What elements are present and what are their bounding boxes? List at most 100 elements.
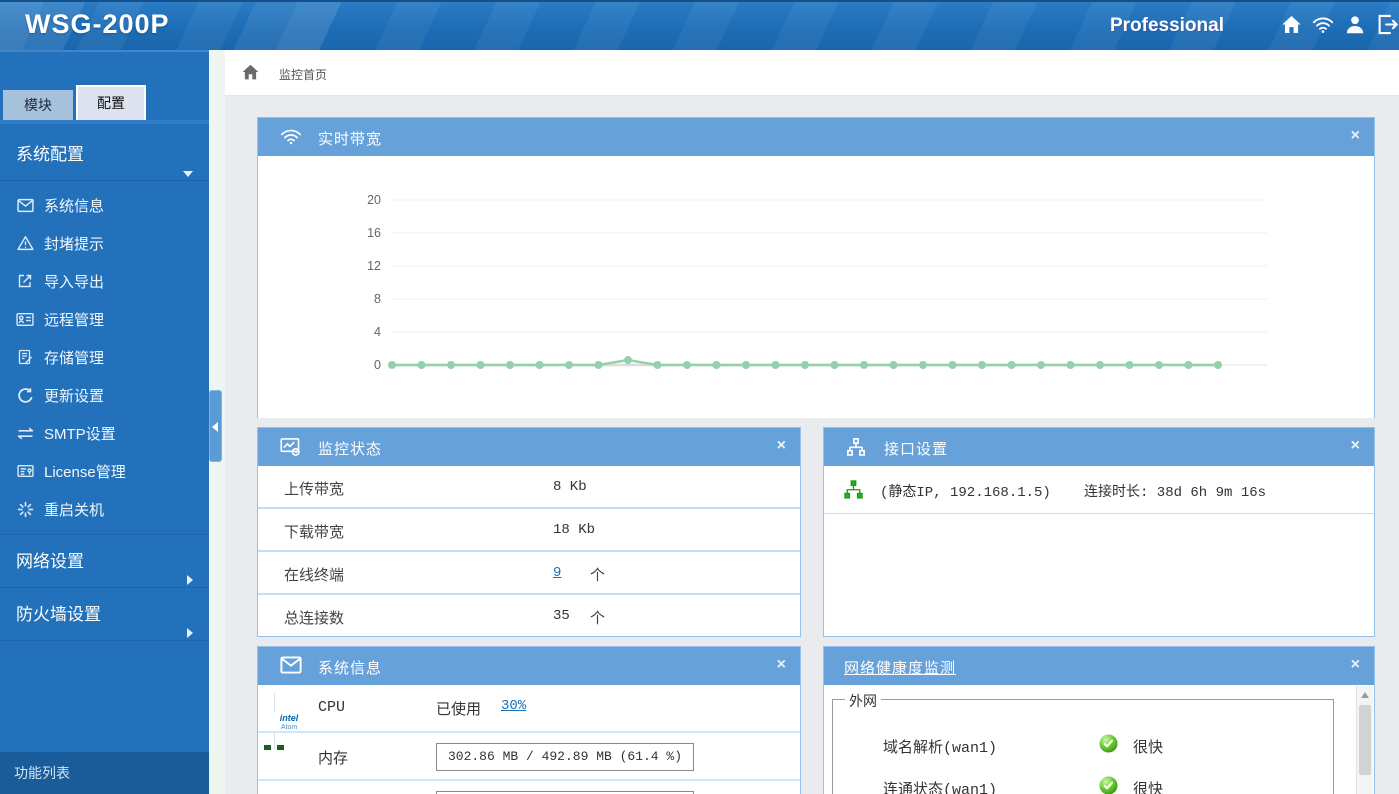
wifi-icon bbox=[280, 127, 302, 151]
table-row: 上传带宽 8 Kb bbox=[258, 466, 800, 509]
sidebar-item-block-tips[interactable]: 封堵提示 bbox=[0, 224, 209, 262]
section-firewall-settings[interactable]: 防火墙设置 bbox=[0, 588, 209, 641]
section-label: 网络设置 bbox=[16, 552, 84, 571]
section-network-settings[interactable]: 网络设置 bbox=[0, 535, 209, 588]
user-icon[interactable] bbox=[1343, 12, 1367, 36]
close-icon[interactable]: × bbox=[777, 436, 786, 456]
row-value: 8 Kb bbox=[553, 479, 587, 495]
sidebar-collapse-handle[interactable] bbox=[209, 390, 222, 462]
memory-label: 内存 bbox=[318, 747, 348, 768]
cpu-used-prefix: 已使用 bbox=[436, 698, 481, 719]
logout-icon[interactable] bbox=[1375, 12, 1399, 36]
sidebar-item-storage-mgmt[interactable]: 存储管理 bbox=[0, 338, 209, 376]
disk-icon bbox=[274, 790, 304, 794]
svg-text:20: 20 bbox=[367, 193, 381, 207]
sidebar-item-smtp-settings[interactable]: SMTP设置 bbox=[0, 414, 209, 452]
panel-network-health: 网络健康度监测 × 外网 域名解析(wan1) 很快 bbox=[823, 646, 1375, 794]
status-badge: 很快 bbox=[1133, 778, 1163, 794]
cpu-label: CPU bbox=[318, 699, 345, 716]
sidebar-item-label: 存储管理 bbox=[44, 347, 104, 368]
panel-interface-settings: 接口设置 × (静态IP, 192.168.1.5) 连接时长: 38d 6h … bbox=[823, 427, 1375, 637]
sidebar-item-import-export[interactable]: 导入导出 bbox=[0, 262, 209, 300]
memory-row: 内存 302.86 MB / 492.89 MB (61.4 %) bbox=[258, 733, 800, 781]
sidebar-item-label: 系统信息 bbox=[44, 195, 104, 216]
svg-text:12: 12 bbox=[367, 259, 381, 273]
panel-header: 接口设置 × bbox=[824, 428, 1374, 466]
close-icon[interactable]: × bbox=[1351, 436, 1360, 456]
tab-modules[interactable]: 模块 bbox=[3, 90, 73, 120]
sidebar-item-label: SMTP设置 bbox=[44, 423, 116, 444]
sidebar-item-update-settings[interactable]: 更新设置 bbox=[0, 376, 209, 414]
section-system-config[interactable]: 系统配置 bbox=[0, 128, 209, 181]
storage-icon bbox=[15, 348, 35, 366]
topbar-icons bbox=[1279, 12, 1399, 36]
row-unit: 个 bbox=[590, 564, 605, 585]
remote-icon bbox=[15, 310, 35, 328]
table-row: 下载带宽 18 Kb bbox=[258, 509, 800, 552]
reboot-icon bbox=[15, 500, 35, 518]
sidebar-item-label: 更新设置 bbox=[44, 385, 104, 406]
row-label: 下载带宽 bbox=[284, 521, 344, 542]
memory-usage-box: 302.86 MB / 492.89 MB (61.4 %) bbox=[436, 743, 694, 771]
table-row: 在线终端 9 个 bbox=[258, 552, 800, 595]
status-ok-icon bbox=[1099, 776, 1118, 794]
home-icon[interactable] bbox=[1279, 12, 1303, 36]
panel-monitor-status: 监控状态 × 上传带宽 8 Kb 下载带宽 18 Kb 在线终端 9 个 总 bbox=[257, 427, 801, 637]
import-export-icon bbox=[15, 272, 35, 290]
network-health-title-link[interactable]: 网络健康度监测 bbox=[844, 657, 956, 678]
sidebar-item-system-info[interactable]: 系统信息 bbox=[0, 186, 209, 224]
scroll-up-icon[interactable] bbox=[1357, 686, 1373, 703]
breadcrumb-home-icon[interactable] bbox=[241, 63, 260, 86]
scrollbar[interactable] bbox=[1356, 686, 1373, 794]
panel-realtime-bandwidth: 实时带宽 × 048121620 bbox=[257, 117, 1375, 418]
smtp-icon bbox=[15, 424, 35, 442]
interface-row[interactable]: (静态IP, 192.168.1.5) 连接时长: 38d 6h 9m 16s bbox=[824, 466, 1374, 514]
edition-label: Professional bbox=[1110, 15, 1224, 37]
sidebar-item-label: 重启关机 bbox=[44, 499, 104, 520]
scroll-thumb[interactable] bbox=[1359, 705, 1371, 775]
network-icon bbox=[846, 437, 866, 462]
panel-header: 系统信息 × bbox=[258, 647, 800, 685]
sidebar-item-label: 远程管理 bbox=[44, 309, 104, 330]
sidebar-item-remote-mgmt[interactable]: 远程管理 bbox=[0, 300, 209, 338]
section-label: 系统配置 bbox=[16, 145, 84, 164]
close-icon[interactable]: × bbox=[1351, 126, 1360, 146]
svg-text:16: 16 bbox=[367, 226, 381, 240]
app-logo: WSG-200P bbox=[25, 9, 170, 40]
close-icon[interactable]: × bbox=[777, 655, 786, 675]
panel-title: 接口设置 bbox=[884, 438, 948, 459]
interface-connection: (静态IP, 192.168.1.5) bbox=[880, 481, 1051, 501]
health-check-label: 域名解析(wan1) bbox=[883, 736, 997, 757]
sidebar-item-label: 封堵提示 bbox=[44, 233, 104, 254]
svg-text:4: 4 bbox=[374, 325, 381, 339]
svg-text:8: 8 bbox=[374, 292, 381, 306]
sidebar-item-label: License管理 bbox=[44, 461, 126, 482]
bandwidth-chart: 048121620 bbox=[258, 156, 1374, 418]
chevron-right-icon bbox=[187, 607, 193, 660]
cpu-usage-link[interactable]: 30% bbox=[501, 698, 526, 714]
function-list-bar[interactable]: 功能列表 bbox=[0, 752, 209, 794]
mail-icon bbox=[15, 196, 35, 214]
health-check-label: 连通状态(wan1) bbox=[883, 778, 997, 794]
network-health-body: 外网 域名解析(wan1) 很快 连通状态(wan1) bbox=[824, 685, 1374, 794]
tab-config[interactable]: 配置 bbox=[76, 85, 146, 120]
sidebar-item-license-mgmt[interactable]: License管理 bbox=[0, 452, 209, 490]
status-badge: 很快 bbox=[1133, 736, 1163, 757]
online-terminals-link[interactable]: 9 bbox=[553, 565, 561, 581]
sidebar-item-reboot-shutdown[interactable]: 重启关机 bbox=[0, 490, 209, 528]
intel-cpu-icon: intelAtom bbox=[274, 694, 304, 720]
section-items: 系统信息 封堵提示 导入导出 远程管理 bbox=[0, 181, 209, 535]
panel-header: 网络健康度监测 × bbox=[824, 647, 1374, 685]
wifi-icon[interactable] bbox=[1311, 12, 1335, 36]
table-row: 总连接数 35 个 bbox=[258, 595, 800, 638]
row-2: 监控状态 × 上传带宽 8 Kb 下载带宽 18 Kb 在线终端 9 个 总 bbox=[257, 427, 1375, 637]
close-icon[interactable]: × bbox=[1351, 655, 1360, 675]
cpu-row: intelAtom CPU 已使用 30% bbox=[258, 685, 800, 733]
bandwidth-chart-body: 048121620 bbox=[258, 156, 1374, 418]
warning-icon bbox=[15, 234, 35, 252]
breadcrumb-label[interactable]: 监控首页 bbox=[279, 66, 327, 83]
row-unit: 个 bbox=[590, 607, 605, 628]
main-content: 监控首页 实时带宽 × 048121620 bbox=[225, 50, 1399, 794]
topbar: WSG-200P Professional bbox=[0, 0, 1399, 50]
panel-title: 实时带宽 bbox=[318, 128, 382, 149]
